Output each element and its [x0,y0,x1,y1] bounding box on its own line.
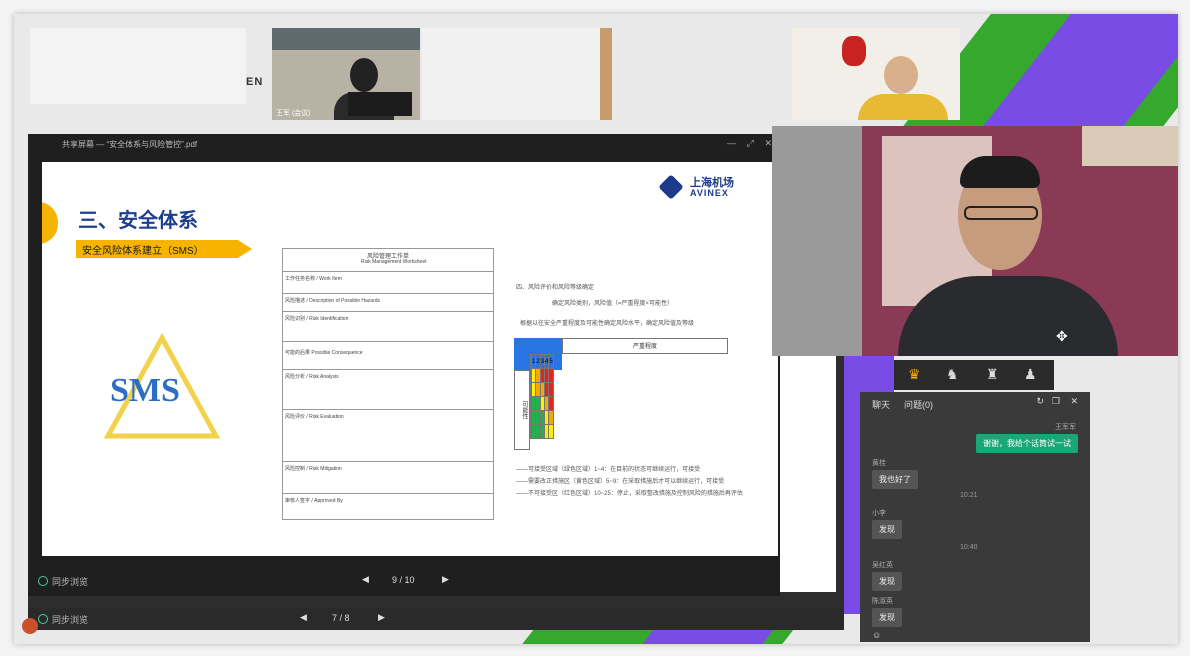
matrix-side-label: 可能性 [514,370,530,450]
form-row-5: 风险分析 / Risk Analysis [285,374,339,380]
chat-panel: 聊天 问题(0) ↻ ❐ ✕ 王军军 谢谢，我给个话筒试一试 黄桂 我也好了 1… [860,392,1090,642]
participant-thumb-edge [600,28,612,120]
emoji-icon[interactable]: ☺ [872,630,881,640]
outgoing-sender: 王军军 [1055,424,1076,431]
participant-name-tag: 王军 (会议) [276,110,311,117]
window-minimize-button[interactable]: — [727,138,736,148]
slide-heading: 三、安全体系 [78,210,198,232]
chat-tab-questions[interactable]: 问题(0) [904,398,933,411]
participant-head [884,56,918,94]
window-close-button[interactable]: ✕ [764,138,772,149]
chat-close-icon[interactable]: ✕ [1070,396,1078,407]
person-icon[interactable]: ♟ [1024,366,1037,383]
participant-video-man-yellow[interactable] [792,28,960,120]
participant-video-woman[interactable]: 王军 (会议) [272,28,420,120]
doc-line-1: 确定风险类别，风险值（=严重程度×可能性） [552,301,674,307]
logo-mark-icon [658,174,684,200]
form-row-4: 可能的后果 Possible Consequence [285,350,363,356]
note-2: ——需要改正措施区（黄色区域）5~9：在采取措施后才可以继续运行，可接受 [516,479,725,485]
brand-fragment-label: EN [246,76,264,88]
matrix-header: 严重程度 [562,338,728,354]
msg-bubble-1: 我也好了 [872,470,918,489]
form-row-1: 工作任务名称 / Work Item [285,276,342,282]
msg-bubble-3: 发现 [872,572,902,591]
form-row-3: 风险识别 / Risk Identification [285,316,349,322]
speaker-hair [960,156,1040,188]
board-strip [1082,126,1178,166]
msg-bubble-4: 发现 [872,608,902,627]
slide-subheading: 安全风险体系建立（SMS） [82,246,204,257]
move-cursor-icon: ✥ [1056,328,1068,344]
participant-head [350,58,378,92]
participant-toolbar: ♛ ♞ ♜ ♟ [894,360,1054,390]
sync-checkbox[interactable] [38,576,48,586]
msg-time-2: 10:40 [960,544,978,551]
page-indicator: 9 / 10 [392,575,415,585]
participant-body [858,94,948,120]
office-window-bg [272,28,420,50]
note-3: ——不可接受区（红色区域）10~25：停止，采取整改措施及控制风险的措施后再评估 [516,491,743,497]
form-row-7: 风险控制 / Risk Mitigation [285,466,342,472]
sms-label: SMS [110,372,180,409]
board-shape [772,126,862,356]
page-indicator: 7 / 8 [332,613,350,623]
meeting-app-window: EN 王军 (会议) 同步浏览 ◀ 7 / 8 ▶ 共享屏幕 — “安全体系与风… [14,14,1178,644]
note-1: ——可接受区域（绿色区域）1~4：在目前的状态可继续运行，可接受 [516,467,701,473]
msg-time-1: 10:21 [960,492,978,499]
speaker-video[interactable]: ✥ [772,126,1178,356]
lantern-icon [842,36,866,66]
crown-icon[interactable]: ♛ [908,366,921,383]
record-indicator-icon[interactable] [22,618,38,634]
monitor-shape [348,92,412,116]
matrix-grid: 1 2 3 4 5 [530,354,554,439]
chat-refresh-icon[interactable]: ↻ [1036,396,1044,407]
sync-checkbox[interactable] [38,614,48,624]
prev-page-button[interactable]: ◀ [362,574,369,585]
sync-label: 同步浏览 [52,577,89,587]
speaker-glasses [964,206,1038,220]
participant-thumb-blank-1[interactable] [30,28,246,104]
level-5: 5 [548,354,554,369]
prev-page-button[interactable]: ◀ [300,612,307,623]
sync-label: 同步浏览 [52,615,89,625]
doc-line-2: 根据以往安全严重程度及可能性确定风险水平，确定风险值及等级 [520,321,695,327]
logo-en: AVINEX [690,188,729,198]
form-row-8: 审核人签字 / Approved By [285,498,343,504]
msg-sender-1: 黄桂 [872,460,886,467]
trophy-icon[interactable]: ♜ [986,366,999,383]
shared-screen-window-front[interactable]: 共享屏幕 — “安全体系与风险管控”.pdf — ⤢ ✕ 上海机场 AVINEX… [28,134,780,596]
speaker-icon[interactable]: ♞ [946,366,959,383]
msg-sender-3: 吴红英 [872,562,893,569]
outgoing-message: 谢谢，我给个话筒试一试 [976,434,1078,453]
window-maximize-button[interactable]: ⤢ [747,138,754,149]
msg-sender-2: 小李 [872,510,886,517]
slide-subheading-banner: 安全风险体系建立（SMS） [76,240,252,258]
doc-intro-text: 四、风险评价和风险等级确定 [516,285,595,291]
chat-tab-chat[interactable]: 聊天 [872,398,890,411]
presentation-slide: 上海机场 AVINEX 三、安全体系 安全风险体系建立（SMS） SMS 风险管… [42,162,778,556]
worksheet-form: 风险管理工作单 Risk Management Worksheet 工作任务名称… [282,248,494,520]
form-subtitle: Risk Management Worksheet [361,259,427,265]
form-row-6: 风险评价 / Risk Evaluation [285,414,344,420]
front-control-bar: 同步浏览 ◀ 9 / 10 ▶ [28,570,780,592]
chat-expand-icon[interactable]: ❐ [1052,396,1060,407]
msg-bubble-2: 发现 [872,520,902,539]
heading-accent-bar [42,202,58,244]
brand-text-fragment: EN [246,76,272,96]
next-page-button[interactable]: ▶ [378,612,385,623]
msg-sender-4: 陈淑英 [872,598,893,605]
back-control-bar: 同步浏览 ◀ 7 / 8 ▶ [28,608,844,630]
form-row-2: 风险描述 / Description of Possible Hazards [285,298,381,304]
window-title: 共享屏幕 — “安全体系与风险管控”.pdf [62,140,198,149]
avinex-logo: 上海机场 AVINEX [658,174,772,206]
participant-thumb-blank-2[interactable] [422,28,600,120]
next-page-button[interactable]: ▶ [442,574,449,585]
